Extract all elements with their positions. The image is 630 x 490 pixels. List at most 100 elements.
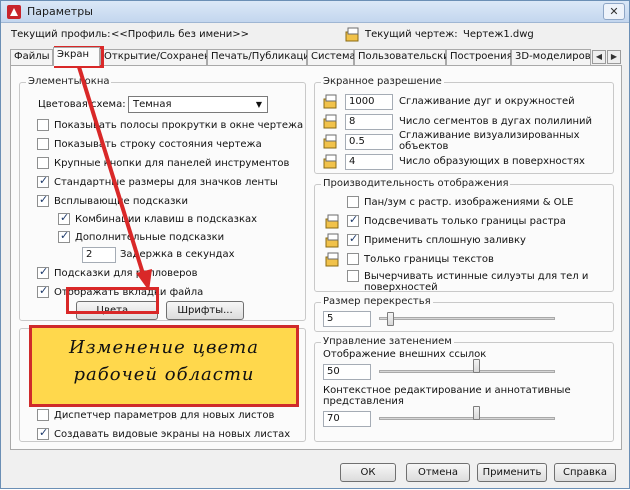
- checkbox-highlight-raster-frame[interactable]: Подсвечивать только границы растра: [347, 213, 566, 229]
- xref-fading-slider-thumb[interactable]: [473, 359, 481, 373]
- color-scheme-value: Темная: [133, 99, 172, 110]
- colors-button-highlight-box: [66, 287, 159, 314]
- current-profile-label: Текущий профиль:: [11, 29, 111, 40]
- title-bar[interactable]: Параметры ✕: [1, 1, 629, 23]
- display-resolution-group: Экранное разрешение 1000 Сглаживание дуг…: [314, 76, 614, 174]
- checkbox-box[interactable]: [37, 119, 49, 131]
- checkbox-label: Стандартные размеры для значков ленты: [54, 176, 278, 188]
- callout-line-1: Изменение цвета: [69, 337, 259, 358]
- xref-fading-slider-track[interactable]: [379, 370, 555, 373]
- current-profile-value: <<Профиль без имени>>: [111, 29, 250, 40]
- polyline-segments-input[interactable]: 8: [345, 114, 393, 130]
- checkbox-pan-zoom-raster[interactable]: Пан/зум с растр. изображениями & OLE: [347, 196, 573, 210]
- drawing-file-icon: [345, 27, 359, 42]
- tab-scroll-left-button[interactable]: ◀: [592, 50, 606, 64]
- checkbox-box[interactable]: [347, 213, 359, 227]
- drawing-file-icon: [323, 94, 337, 109]
- crosshair-size-input[interactable]: 5: [323, 311, 371, 327]
- checkbox-extended-tooltips[interactable]: Дополнительные подсказки: [58, 229, 224, 245]
- tab-3d-modeling[interactable]: 3D-моделирова: [511, 49, 591, 65]
- checkbox-solid-fill[interactable]: Применить сплошную заливку: [347, 232, 526, 248]
- checkbox-box[interactable]: [37, 409, 49, 421]
- checkbox-status-bar[interactable]: Показывать строку состояния чертежа: [37, 138, 262, 152]
- checkbox-box[interactable]: [37, 284, 49, 298]
- autocad-app-icon: [7, 5, 21, 19]
- cancel-button[interactable]: Отмена: [406, 463, 470, 482]
- color-scheme-label: Цветовая схема:: [38, 99, 126, 110]
- rendered-smoothness-label-line2: объектов: [399, 141, 449, 152]
- tab-plot-publish[interactable]: Печать/Публикация: [207, 49, 316, 65]
- rendered-smoothness-label: Сглаживание визуализированных: [399, 130, 580, 141]
- delay-seconds-label: Задержка в секундах: [120, 249, 235, 260]
- tab-open-save[interactable]: Открытие/Сохранение: [100, 49, 223, 65]
- xref-fading-input[interactable]: 50: [323, 364, 371, 380]
- drawing-file-icon: [323, 134, 337, 149]
- inplace-edit-input[interactable]: 70: [323, 411, 371, 427]
- window-title: Параметры: [27, 5, 93, 18]
- inplace-edit-slider-track[interactable]: [379, 417, 555, 420]
- checkbox-label: Всплывающие подсказки: [54, 195, 188, 207]
- checkbox-box[interactable]: [37, 426, 49, 440]
- color-scheme-dropdown[interactable]: Темная ▼: [128, 96, 268, 113]
- checkbox-box[interactable]: [347, 196, 359, 208]
- checkbox-label: Вычерчивать истинные силуэты для тел и: [364, 270, 589, 282]
- inplace-edit-slider-thumb[interactable]: [473, 406, 481, 420]
- checkbox-tooltips[interactable]: Всплывающие подсказки: [37, 193, 188, 209]
- checkbox-label: Комбинации клавиш в подсказках: [75, 213, 258, 225]
- delay-seconds-input[interactable]: 2: [82, 247, 116, 263]
- contour-lines-input[interactable]: 4: [345, 154, 393, 170]
- checkbox-label: Показывать полосы прокрутки в окне черте…: [54, 119, 304, 131]
- checkbox-text-boundary[interactable]: Только границы текстов: [347, 253, 494, 267]
- drawing-file-icon: [323, 114, 337, 129]
- checkbox-box[interactable]: [58, 211, 70, 225]
- inplace-edit-label-line2: представления: [323, 396, 404, 407]
- drawing-file-icon: [325, 252, 339, 267]
- checkbox-rollover-tooltips[interactable]: Подсказки для ролловеров: [37, 265, 198, 281]
- tab-user-preferences[interactable]: Пользовательские: [354, 49, 456, 65]
- tab-system[interactable]: Система: [307, 49, 356, 65]
- close-button[interactable]: ✕: [603, 3, 625, 20]
- crosshair-slider-thumb[interactable]: [387, 312, 395, 326]
- checkbox-box[interactable]: [37, 265, 49, 279]
- checkbox-box[interactable]: [37, 193, 49, 207]
- ok-button[interactable]: ОК: [340, 463, 396, 482]
- checkbox-shortcut-keys[interactable]: Комбинации клавиш в подсказках: [58, 211, 258, 227]
- checkbox-label: Применить сплошную заливку: [364, 234, 526, 246]
- window-elements-title: Элементы окна: [26, 76, 112, 87]
- options-dialog: Параметры ✕ Текущий профиль: <<Профиль б…: [0, 0, 630, 489]
- arc-smoothness-label: Сглаживание дуг и окружностей: [399, 96, 575, 107]
- callout-line-2: рабочей области: [73, 364, 255, 385]
- apply-button[interactable]: Применить: [477, 463, 547, 482]
- checkbox-label: Крупные кнопки для панелей инструментов: [54, 157, 290, 169]
- checkbox-box[interactable]: [347, 253, 359, 265]
- help-button[interactable]: Справка: [554, 463, 616, 482]
- fonts-button[interactable]: Шрифты...: [166, 301, 244, 320]
- checkbox-create-viewports[interactable]: Создавать видовые экраны на новых листах: [37, 426, 290, 442]
- checkbox-label: Пан/зум с растр. изображениями & OLE: [364, 196, 574, 208]
- checkbox-box[interactable]: [37, 157, 49, 169]
- checkbox-page-setup-manager[interactable]: Диспетчер параметров для новых листов: [37, 409, 274, 423]
- chevron-down-icon: ▼: [255, 100, 263, 109]
- display-resolution-title: Экранное разрешение: [321, 76, 444, 87]
- arc-smoothness-input[interactable]: 1000: [345, 94, 393, 110]
- crosshair-slider-track[interactable]: [379, 317, 555, 320]
- tab-drafting[interactable]: Построения: [446, 49, 513, 65]
- tab-display[interactable]: Экран: [53, 47, 100, 66]
- checkbox-box[interactable]: [58, 229, 70, 243]
- checkbox-scroll-bars[interactable]: Показывать полосы прокрутки в окне черте…: [37, 119, 303, 133]
- checkbox-box[interactable]: [37, 138, 49, 150]
- fade-control-group: Управление затенением Отображение внешни…: [314, 336, 614, 442]
- crosshair-size-group: Размер перекрестья 5: [314, 296, 614, 332]
- checkbox-box[interactable]: [347, 232, 359, 246]
- checkbox-large-buttons[interactable]: Крупные кнопки для панелей инструментов: [37, 157, 289, 171]
- checkbox-ribbon-icons[interactable]: Стандартные размеры для значков ленты: [37, 174, 278, 190]
- polyline-segments-label: Число сегментов в дугах полилиний: [399, 116, 593, 127]
- xref-fading-label: Отображение внешних ссылок: [323, 349, 487, 360]
- rendered-smoothness-input[interactable]: 0.5: [345, 134, 393, 150]
- contour-lines-label: Число образующих в поверхностях: [399, 156, 585, 167]
- checkbox-box[interactable]: [347, 270, 359, 282]
- checkbox-box[interactable]: [37, 174, 49, 188]
- tab-files[interactable]: Файлы: [10, 49, 53, 65]
- display-performance-title: Производительность отображения: [321, 178, 511, 189]
- tab-scroll-right-button[interactable]: ▶: [607, 50, 621, 64]
